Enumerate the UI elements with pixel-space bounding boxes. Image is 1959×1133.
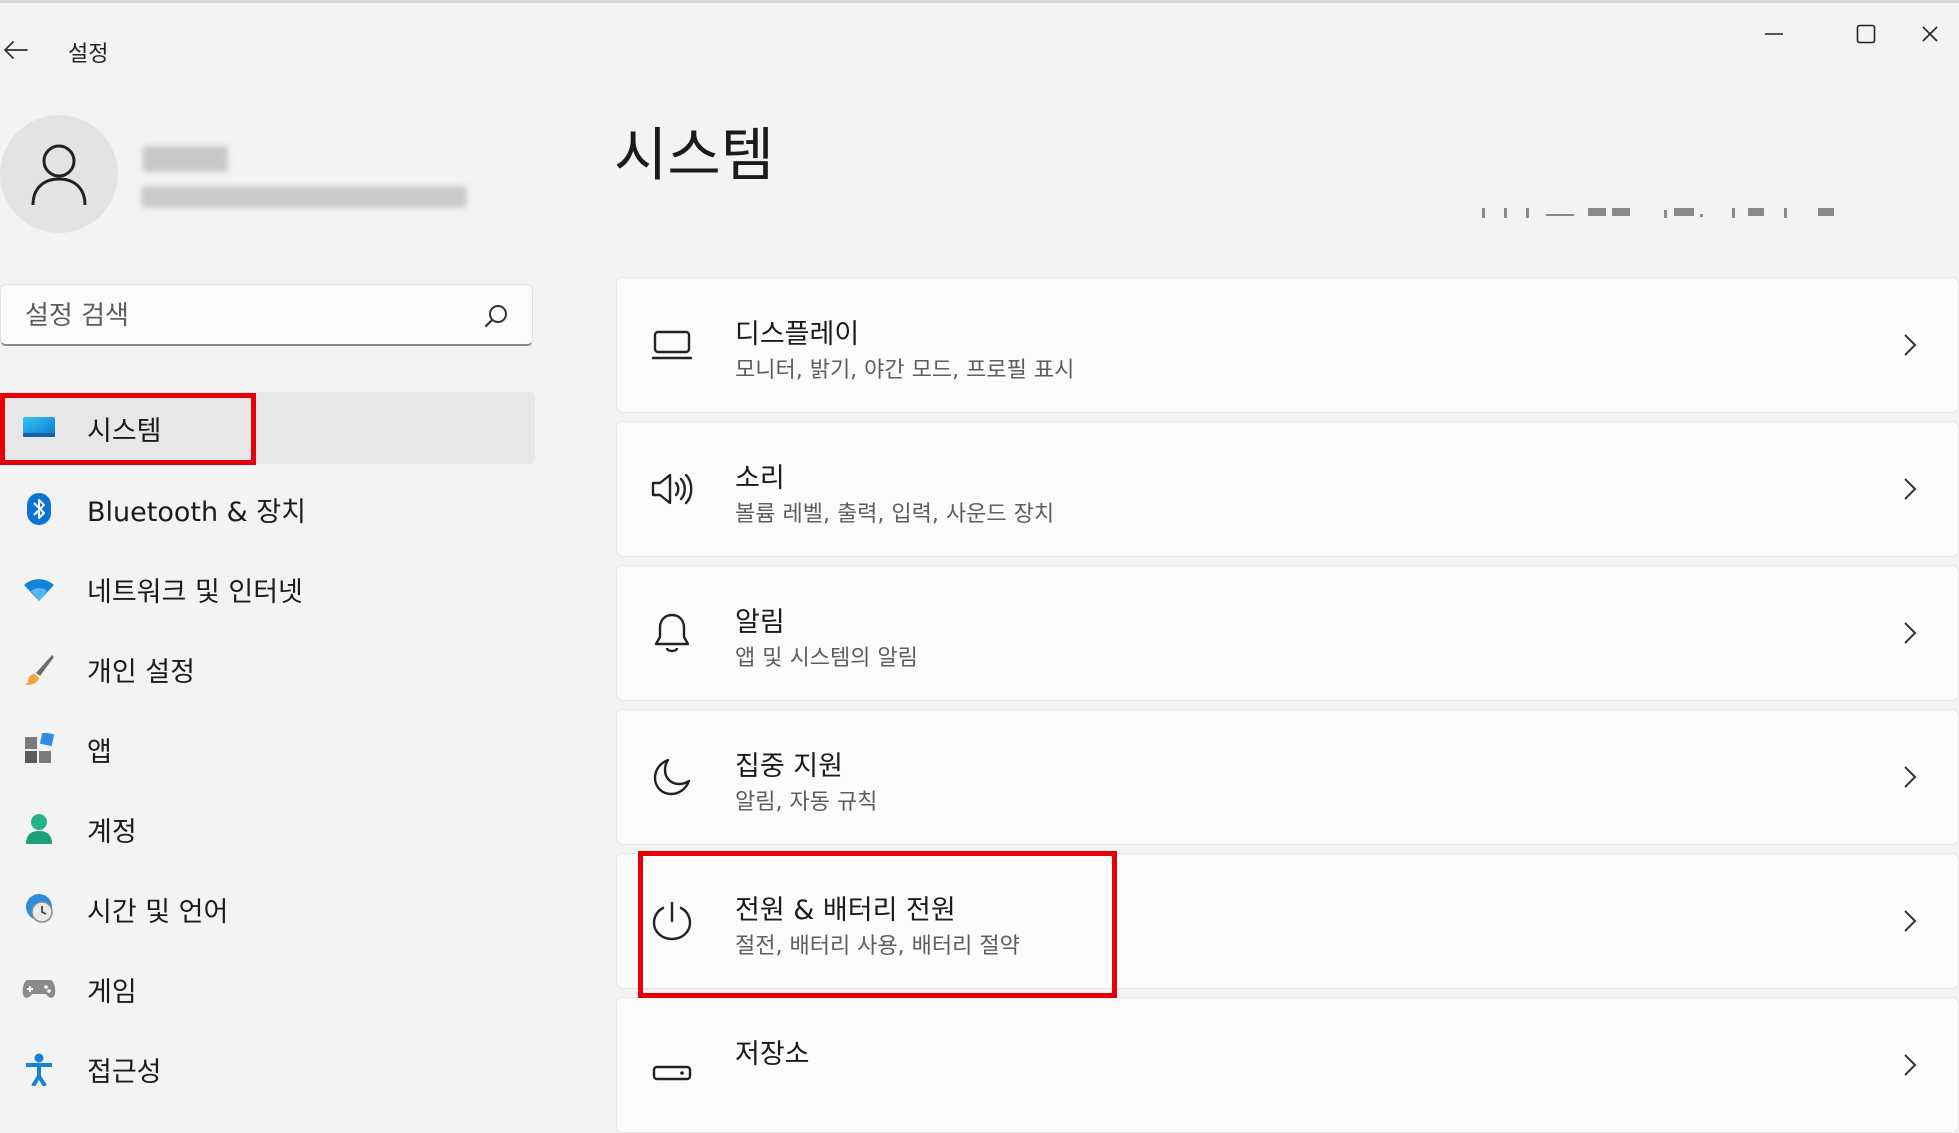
card-power-battery[interactable]: 전원 & 배터리 전원 절전, 배터리 사용, 배터리 절약 bbox=[616, 853, 1959, 989]
page-title: 시스템 bbox=[614, 121, 775, 189]
card-storage[interactable]: 저장소 bbox=[616, 997, 1959, 1133]
card-title: 소리 bbox=[735, 463, 785, 494]
profile-email-redacted bbox=[141, 186, 467, 208]
account-icon bbox=[22, 812, 56, 846]
accessibility-icon bbox=[22, 1052, 56, 1086]
search-box[interactable] bbox=[0, 284, 533, 346]
display-icon bbox=[649, 322, 695, 368]
sidebar-item-bluetooth[interactable]: Bluetooth & 장치 bbox=[0, 473, 535, 545]
minimize-button[interactable] bbox=[1744, 14, 1804, 54]
maximize-button[interactable] bbox=[1836, 14, 1896, 54]
sidebar-item-accessibility[interactable]: 접근성 bbox=[0, 1033, 535, 1105]
sidebar-item-gaming[interactable]: 게임 bbox=[0, 953, 535, 1025]
chevron-right-icon bbox=[1898, 616, 1922, 650]
back-button[interactable] bbox=[0, 30, 32, 70]
card-title: 전원 & 배터리 전원 bbox=[735, 895, 956, 926]
bell-icon bbox=[649, 610, 695, 656]
sidebar-item-label: 네트워크 및 인터넷 bbox=[87, 576, 303, 608]
paintbrush-icon bbox=[22, 652, 56, 686]
avatar[interactable] bbox=[0, 115, 118, 233]
card-subtitle: 알림, 자동 규칙 bbox=[735, 790, 878, 815]
sidebar-item-label: 개인 설정 bbox=[87, 656, 195, 688]
sidebar-item-label: 앱 bbox=[87, 736, 112, 768]
sidebar-item-label: Bluetooth & 장치 bbox=[87, 496, 306, 528]
chevron-right-icon bbox=[1898, 760, 1922, 794]
chevron-right-icon bbox=[1898, 472, 1922, 506]
faint-scroll-text bbox=[1482, 208, 1834, 218]
profile-name-redacted bbox=[143, 146, 228, 172]
wifi-icon bbox=[22, 572, 56, 606]
sidebar-item-personalization[interactable]: 개인 설정 bbox=[0, 633, 535, 705]
sidebar-item-system[interactable]: 시스템 bbox=[0, 392, 535, 464]
gamepad-icon bbox=[22, 972, 56, 1006]
sidebar-item-label: 시간 및 언어 bbox=[87, 896, 229, 928]
app-title: 설정 bbox=[68, 42, 109, 67]
close-icon bbox=[1922, 26, 1938, 42]
moon-icon bbox=[649, 754, 695, 800]
card-notifications[interactable]: 알림 앱 및 시스템의 알림 bbox=[616, 565, 1959, 701]
chevron-right-icon bbox=[1898, 904, 1922, 938]
card-subtitle: 앱 및 시스템의 알림 bbox=[735, 646, 918, 671]
globe-clock-icon bbox=[22, 892, 56, 926]
sidebar-item-label: 접근성 bbox=[87, 1056, 162, 1088]
maximize-icon bbox=[1856, 24, 1876, 44]
sidebar-item-time-language[interactable]: 시간 및 언어 bbox=[0, 873, 535, 945]
back-arrow-icon bbox=[4, 41, 28, 59]
bluetooth-icon bbox=[22, 492, 56, 526]
power-icon bbox=[649, 898, 695, 944]
person-icon bbox=[31, 144, 87, 206]
sidebar-item-label: 시스템 bbox=[87, 415, 162, 447]
sidebar-item-label: 계정 bbox=[87, 816, 137, 848]
chevron-right-icon bbox=[1898, 328, 1922, 362]
card-title: 집중 지원 bbox=[735, 751, 843, 782]
card-sound[interactable]: 소리 볼륨 레벨, 출력, 입력, 사운드 장치 bbox=[616, 421, 1959, 557]
storage-icon bbox=[649, 1042, 695, 1088]
card-title: 알림 bbox=[735, 607, 785, 638]
window-top-border bbox=[0, 0, 1959, 3]
card-display[interactable]: 디스플레이 모니터, 밝기, 야간 모드, 프로필 표시 bbox=[616, 277, 1959, 413]
search-icon[interactable] bbox=[482, 302, 510, 330]
close-button[interactable] bbox=[1920, 14, 1959, 54]
apps-icon bbox=[22, 732, 56, 766]
sidebar-item-network[interactable]: 네트워크 및 인터넷 bbox=[0, 553, 535, 625]
card-subtitle: 모니터, 밝기, 야간 모드, 프로필 표시 bbox=[735, 358, 1075, 383]
card-title: 디스플레이 bbox=[735, 319, 860, 350]
sidebar-item-accounts[interactable]: 계정 bbox=[0, 793, 535, 865]
card-focus-assist[interactable]: 집중 지원 알림, 자동 규칙 bbox=[616, 709, 1959, 845]
card-subtitle: 볼륨 레벨, 출력, 입력, 사운드 장치 bbox=[735, 502, 1055, 527]
search-input[interactable] bbox=[23, 295, 457, 337]
speaker-icon bbox=[649, 466, 695, 512]
card-subtitle: 절전, 배터리 사용, 배터리 절약 bbox=[735, 934, 1020, 959]
chevron-right-icon bbox=[1898, 1048, 1922, 1082]
card-title: 저장소 bbox=[735, 1039, 810, 1070]
system-monitor-icon bbox=[22, 411, 56, 445]
minimize-icon bbox=[1765, 33, 1783, 35]
sidebar-item-apps[interactable]: 앱 bbox=[0, 713, 535, 785]
sidebar-item-label: 게임 bbox=[87, 976, 137, 1008]
